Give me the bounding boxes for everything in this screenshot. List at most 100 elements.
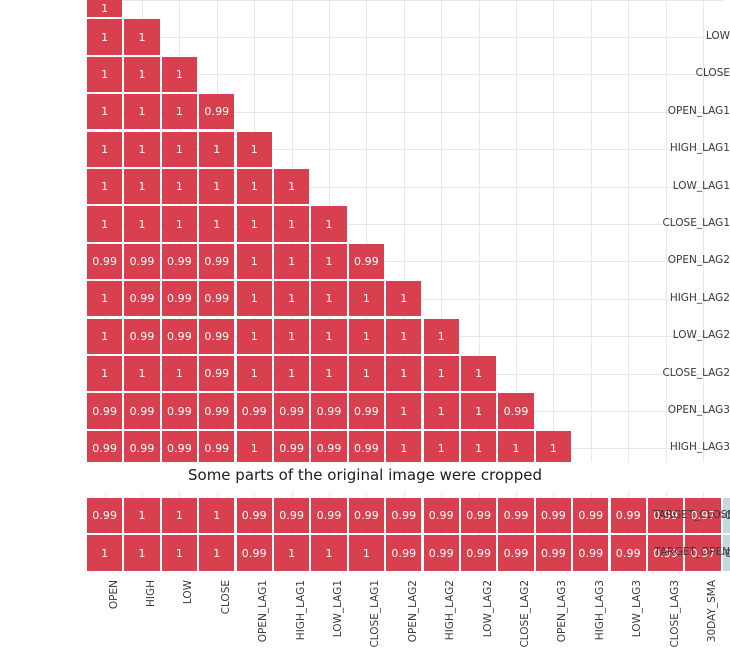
heatmap-cell: 1 xyxy=(161,535,198,571)
heatmap-cell: 1 xyxy=(386,393,422,429)
y-axis-label: OPEN_LAG2 xyxy=(667,254,730,267)
heatmap-cell: 1 xyxy=(311,356,347,392)
heatmap-cell: 1 xyxy=(87,19,123,55)
heatmap-cell: 1 xyxy=(87,206,123,242)
heatmap-cell: 1 xyxy=(161,131,198,167)
gridline-vertical xyxy=(553,0,554,462)
x-axis-label-text: OPEN_LAG3 xyxy=(556,580,569,643)
x-axis-label-text: HIGH xyxy=(145,580,158,608)
heatmap-cell: 0.99 xyxy=(161,281,198,317)
heatmap-cell: 1 xyxy=(311,318,347,354)
correlation-heatmap-lower: 0.99 1 1 1 0.99 0.99 0.99 0.99 0.99 0.99 0.99 0.99 0… xyxy=(0,492,730,572)
heatmap-cell: 0.99 xyxy=(386,498,422,534)
heatmap-cell: 0.99 xyxy=(199,356,235,392)
gridline-vertical xyxy=(628,0,629,462)
x-axis-label: LOW xyxy=(182,574,194,604)
y-axis-label: LOW_LAG2 xyxy=(672,329,730,342)
heatmap-cell: 0.99 xyxy=(274,498,310,534)
heatmap-cell: 1 xyxy=(161,206,198,242)
heatmap-cell: 1 xyxy=(161,498,198,534)
heatmap-cell: 1 xyxy=(161,94,198,130)
heatmap-cell: 0.99 xyxy=(124,281,160,317)
heatmap-cell: 0.99 xyxy=(124,393,160,429)
x-axis-label: LOW_LAG2 xyxy=(482,574,494,637)
x-axis-label: HIGH_LAG1 xyxy=(295,574,307,640)
heatmap-cell: 0.99 xyxy=(423,535,459,571)
x-axis-label-text: LOW xyxy=(182,580,195,605)
heatmap-cell: 0.99 xyxy=(87,393,123,429)
x-axis-label: CLOSE_LAG2 xyxy=(519,574,531,648)
heatmap-cell: 1 xyxy=(498,430,534,462)
x-axis-label: CLOSE_LAG3 xyxy=(669,574,681,648)
heatmap-cell: 1 xyxy=(461,356,497,392)
heatmap-cell: 0.99 xyxy=(573,498,609,534)
heatmap-cell: 1 xyxy=(274,318,310,354)
heatmap-cell: 1 xyxy=(274,281,310,317)
heatmap-cell: 0.99 xyxy=(161,430,198,462)
heatmap-cell: 0.99 xyxy=(348,393,385,429)
heatmap-cell: 0.99 xyxy=(274,430,310,462)
x-axis-label: OPEN_LAG2 xyxy=(407,574,419,642)
heatmap-cell: 1 xyxy=(386,318,422,354)
heatmap-cell: 0.99 xyxy=(199,318,235,354)
heatmap-cell: 0.99 xyxy=(161,393,198,429)
heatmap-cell: 1 xyxy=(236,318,272,354)
y-axis-label: CLOSE_LAG2 xyxy=(662,366,730,379)
heatmap-cell: 1 xyxy=(199,498,235,534)
heatmap-cell: 1 xyxy=(87,94,123,130)
y-axis-label: TARGET_CLOSE xyxy=(653,508,730,521)
x-axis-label-text: CLOSE_LAG3 xyxy=(668,580,681,648)
heatmap-cell: 0.99 xyxy=(573,535,609,571)
heatmap-cell: 1 xyxy=(87,169,123,205)
heatmap-cell: 0.99 xyxy=(124,243,160,280)
y-axis-label: CLOSE_LAG1 xyxy=(662,217,730,230)
y-axis-label: TARGET_OPEN xyxy=(654,546,730,559)
heatmap-cell: 0.99 xyxy=(199,243,235,280)
heatmap-cell: 0.99 xyxy=(348,430,385,462)
heatmap-cell: 1 xyxy=(124,535,160,571)
x-axis-label: 30DAY_SMA xyxy=(706,574,718,642)
heatmap-cell: 1 xyxy=(87,131,123,167)
gridline-vertical xyxy=(591,0,592,462)
gridline-horizontal xyxy=(87,0,723,1)
heatmap-cell: 0.99 xyxy=(199,430,235,462)
heatmap-cell: 1 xyxy=(423,393,459,429)
heatmap-cell: 1 xyxy=(124,94,160,130)
x-axis-label: CLOSE xyxy=(220,574,232,614)
heatmap-cell: 0.99 xyxy=(348,243,385,280)
heatmap-cell: 1 xyxy=(161,169,198,205)
heatmap-cell: 1 xyxy=(274,356,310,392)
heatmap-cell: 1 xyxy=(423,430,459,462)
heatmap-cell: 0.99 xyxy=(236,535,272,571)
heatmap-cell: 0.99 xyxy=(87,243,123,280)
heatmap-cell: 0.99 xyxy=(87,430,123,462)
x-axis-label: LOW_LAG1 xyxy=(332,574,344,637)
heatmap-cell: 1 xyxy=(348,318,385,354)
heatmap-cell: 1 xyxy=(461,430,497,462)
x-axis-label: OPEN_LAG3 xyxy=(556,574,568,642)
heatmap-cell: 1 xyxy=(311,206,347,242)
x-axis-label-text: HIGH_LAG2 xyxy=(444,580,457,641)
gridline-horizontal xyxy=(87,37,723,38)
heatmap-cell: 1 xyxy=(236,243,272,280)
heatmap-cell: 1 xyxy=(199,535,235,571)
heatmap-cell: 0.99 xyxy=(610,498,646,534)
heatmap-cell: 1 xyxy=(124,498,160,534)
heatmap-cell: 1 xyxy=(236,356,272,392)
crop-notice-caption: Some parts of the original image were cr… xyxy=(188,466,542,484)
heatmap-cell: 0.99 xyxy=(199,393,235,429)
heatmap-cell: 1 xyxy=(274,169,310,205)
heatmap-cell: 1 xyxy=(236,131,272,167)
heatmap-cell: 1 xyxy=(274,535,310,571)
heatmap-cell: 0.99 xyxy=(274,393,310,429)
heatmap-cell: 1 xyxy=(236,430,272,462)
heatmap-cell: 1 xyxy=(199,206,235,242)
heatmap-cell: 1 xyxy=(535,430,572,462)
x-axis-label-text: CLOSE_LAG2 xyxy=(519,580,532,648)
heatmap-cell: 1 xyxy=(236,169,272,205)
heatmap-cell: 0.99 xyxy=(535,498,572,534)
heatmap-cell: 0.99 xyxy=(461,535,497,571)
heatmap-cell: 1 xyxy=(423,356,459,392)
heatmap-cell: 1 xyxy=(124,131,160,167)
heatmap-cell: 0.99 xyxy=(498,498,534,534)
